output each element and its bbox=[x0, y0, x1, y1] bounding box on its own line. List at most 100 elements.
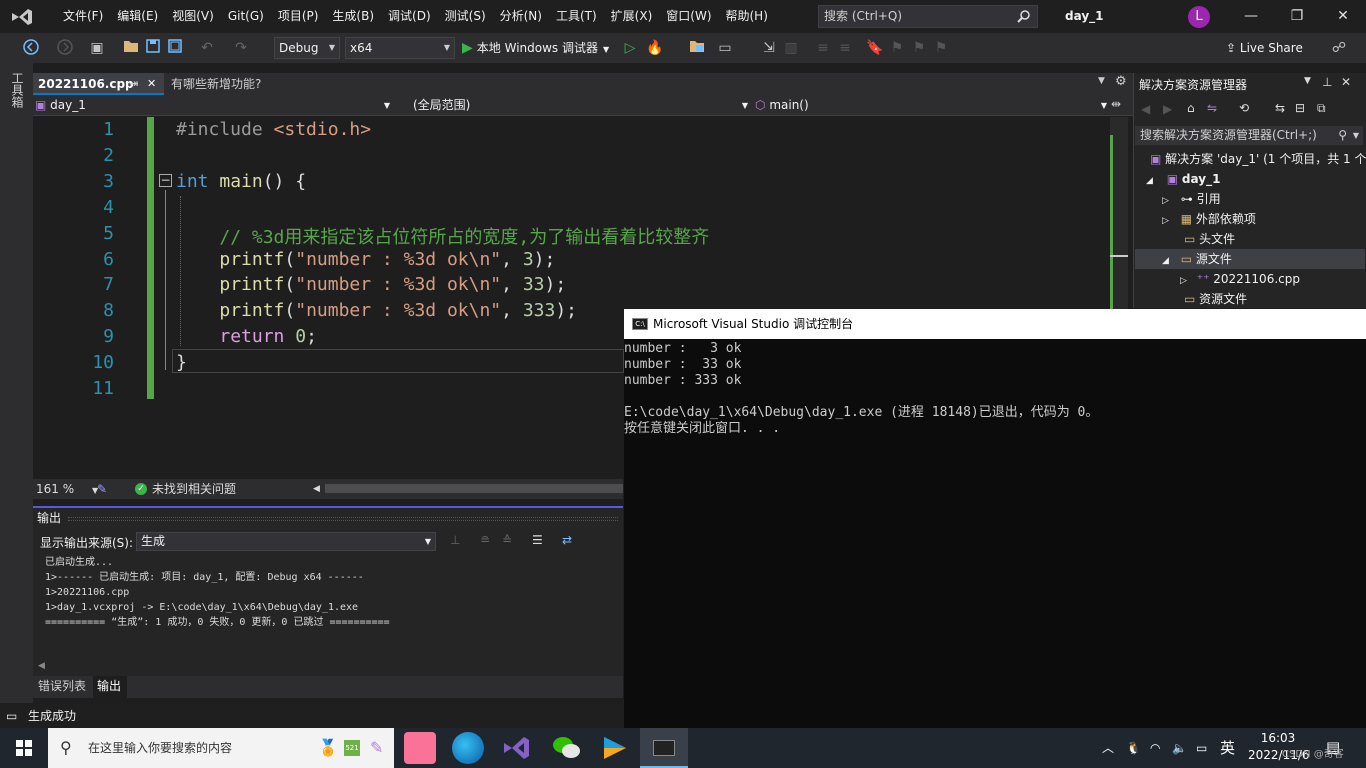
comment-icon[interactable]: ≡ bbox=[814, 39, 832, 57]
tab-20221106-cpp[interactable]: 20221106.cpp ⇥ ✕ bbox=[33, 73, 164, 95]
prev-message-icon[interactable]: ≘ bbox=[480, 533, 490, 547]
collapse-icon[interactable]: − bbox=[159, 174, 172, 187]
live-share-button[interactable]: ⇪ Live Share bbox=[1226, 39, 1303, 57]
uncomment-icon[interactable]: ≡ bbox=[836, 39, 854, 57]
open-folder-icon[interactable] bbox=[122, 39, 140, 57]
undo-icon[interactable]: ↶ bbox=[198, 39, 216, 57]
layout-icon[interactable]: ▭ bbox=[716, 39, 734, 57]
scroll-left-icon[interactable]: ◀ bbox=[313, 479, 320, 499]
start-debugging-button[interactable]: ▶ 本地 Windows 调试器 ▼ bbox=[462, 37, 609, 59]
close-tab-icon[interactable]: ✕ bbox=[147, 73, 156, 95]
input-method-indicator[interactable]: 英 bbox=[1220, 728, 1240, 768]
scope-navigation-select[interactable]: (全局范围) ▼ bbox=[413, 96, 748, 115]
taskbar-search-input[interactable]: ⚲ 在这里输入你要搜索的内容 🏅 521 ✎ bbox=[48, 728, 394, 768]
menu-git[interactable]: Git(G) bbox=[221, 0, 271, 33]
sync-icon[interactable]: ⇆ bbox=[1275, 101, 1285, 115]
tree-item-header-files[interactable]: ▭ 头文件 bbox=[1184, 229, 1235, 249]
menu-build[interactable]: 生成(B) bbox=[325, 0, 381, 33]
media-player-icon[interactable] bbox=[598, 732, 630, 764]
wechat-app-icon[interactable] bbox=[550, 732, 582, 764]
tree-item-source-files[interactable]: ◢ ▭ 源文件 bbox=[1135, 249, 1365, 269]
pin-icon[interactable]: ⇥ bbox=[129, 73, 138, 95]
tab-error-list[interactable]: 错误列表 bbox=[38, 676, 86, 696]
close-icon[interactable]: ✕ bbox=[1341, 75, 1351, 89]
menu-help[interactable]: 帮助(H) bbox=[719, 0, 775, 33]
hot-reload-icon[interactable]: 🔥 bbox=[646, 39, 664, 57]
tree-item-cpp-file[interactable]: ▷ ⁺⁺ 20221106.cpp bbox=[1180, 269, 1300, 289]
toolbox-tab[interactable]: 工具箱 bbox=[9, 72, 26, 108]
clear-all-icon[interactable]: ☰ bbox=[532, 533, 543, 547]
wifi-icon[interactable]: ◠ bbox=[1150, 728, 1170, 768]
chevron-down-icon[interactable]: ▼ bbox=[1304, 76, 1311, 86]
zoom-select[interactable]: 161 % ▼ bbox=[36, 479, 98, 501]
restore-icon[interactable]: ❐ bbox=[1274, 0, 1320, 33]
start-without-debugging-icon[interactable]: ▷ bbox=[621, 39, 639, 57]
new-project-icon[interactable]: ▣ bbox=[88, 39, 106, 57]
home-icon[interactable]: ⌂ bbox=[1187, 101, 1195, 115]
issues-status[interactable]: 未找到相关问题 bbox=[152, 479, 236, 499]
tab-output[interactable]: 输出 bbox=[93, 676, 127, 698]
pin-icon[interactable]: ⊥ bbox=[1322, 75, 1332, 89]
find-message-icon[interactable]: ⊥ bbox=[450, 533, 460, 547]
tree-item-references[interactable]: ▷ ⊶ 引用 bbox=[1162, 189, 1221, 209]
settings-gear-icon[interactable]: ⚙ bbox=[1115, 74, 1127, 89]
menu-view[interactable]: 视图(V) bbox=[165, 0, 221, 33]
project-navigation-select[interactable]: ▣ day_1 ▼ bbox=[35, 96, 390, 115]
redo-icon[interactable]: ↷ bbox=[232, 39, 250, 57]
back-icon[interactable] bbox=[22, 39, 40, 57]
next-bookmark-icon[interactable]: ⚑ bbox=[910, 39, 928, 57]
tab-whats-new[interactable]: 有哪些新增功能? bbox=[166, 73, 261, 95]
output-source-select[interactable]: 生成 ▼ bbox=[136, 532, 436, 551]
search-input[interactable]: 搜索 (Ctrl+Q) bbox=[818, 5, 1038, 28]
tab-list-dropdown-icon[interactable]: ▼ bbox=[1098, 76, 1105, 86]
bookmark-icon[interactable]: 🔖 bbox=[866, 39, 884, 57]
tree-item-project[interactable]: ◢ ▣ day_1 bbox=[1146, 169, 1220, 189]
word-wrap-icon[interactable]: ⇄ bbox=[562, 533, 572, 547]
tree-item-external-dependencies[interactable]: ▷ ▦ 外部依赖项 bbox=[1162, 209, 1256, 229]
prev-bookmark-icon[interactable]: ⚑ bbox=[888, 39, 906, 57]
visual-studio-app-icon[interactable] bbox=[500, 732, 532, 764]
member-navigation-select[interactable]: ⬡ main() ▼ bbox=[755, 96, 1107, 115]
save-all-icon[interactable] bbox=[166, 39, 184, 57]
qq-tray-icon[interactable]: 🐧 bbox=[1126, 728, 1146, 768]
horizontal-scrollbar[interactable] bbox=[325, 484, 623, 493]
switch-views-icon[interactable]: ⇋ bbox=[1207, 101, 1217, 115]
minimize-icon[interactable]: — bbox=[1228, 0, 1274, 33]
menu-extensions[interactable]: 扩展(X) bbox=[604, 0, 660, 33]
platform-select[interactable]: x64 ▼ bbox=[345, 37, 455, 59]
volume-icon[interactable]: 🔈 bbox=[1172, 728, 1192, 768]
forward-icon[interactable]: ▶ bbox=[1163, 102, 1172, 116]
configuration-select[interactable]: Debug ▼ bbox=[274, 37, 340, 59]
close-icon[interactable]: ✕ bbox=[1320, 0, 1366, 33]
menu-edit[interactable]: 编辑(E) bbox=[110, 0, 165, 33]
widget-calendar-icon[interactable]: 521 bbox=[344, 740, 360, 756]
avatar[interactable]: L bbox=[1188, 6, 1210, 28]
battery-icon[interactable]: ▭ bbox=[1196, 728, 1216, 768]
scroll-left-icon[interactable]: ◀ bbox=[38, 661, 45, 671]
edge-browser-icon[interactable] bbox=[452, 732, 484, 764]
panel-grip[interactable] bbox=[68, 517, 618, 521]
solution-search-input[interactable]: 搜索解决方案资源管理器(Ctrl+;) ⚲ ▼ bbox=[1135, 126, 1363, 145]
next-message-icon[interactable]: ≙ bbox=[502, 533, 512, 547]
back-icon[interactable]: ◀ bbox=[1141, 102, 1150, 116]
tree-item-resource-files[interactable]: ▭ 资源文件 bbox=[1184, 289, 1247, 309]
step-icon[interactable]: ⇲ bbox=[760, 39, 778, 57]
menu-project[interactable]: 项目(P) bbox=[271, 0, 326, 33]
forward-icon[interactable] bbox=[56, 39, 74, 57]
clear-bookmarks-icon[interactable]: ⚑ bbox=[932, 39, 950, 57]
start-button[interactable] bbox=[0, 728, 48, 768]
split-editor-icon[interactable]: ⇹ bbox=[1111, 97, 1121, 111]
format-icon[interactable]: ▥ bbox=[782, 39, 800, 57]
menu-test[interactable]: 测试(S) bbox=[438, 0, 493, 33]
menu-file[interactable]: 文件(F) bbox=[56, 0, 110, 33]
feedback-icon[interactable]: ☍ bbox=[1330, 39, 1348, 57]
show-hidden-icons-icon[interactable]: ︿ bbox=[1102, 728, 1122, 768]
console-title-bar[interactable]: C:\ Microsoft Visual Studio 调试控制台 bbox=[624, 309, 1366, 339]
browse-icon[interactable] bbox=[688, 39, 706, 57]
intellicode-icon[interactable]: ✎ bbox=[97, 479, 107, 499]
tree-item-solution[interactable]: ▣ 解决方案 'day_1' (1 个项目，共 1 个 bbox=[1150, 149, 1366, 169]
pending-changes-icon[interactable]: ⟲ bbox=[1239, 101, 1249, 115]
menu-analyze[interactable]: 分析(N) bbox=[493, 0, 549, 33]
bilibili-app-icon[interactable] bbox=[404, 732, 436, 764]
save-icon[interactable] bbox=[144, 39, 162, 57]
